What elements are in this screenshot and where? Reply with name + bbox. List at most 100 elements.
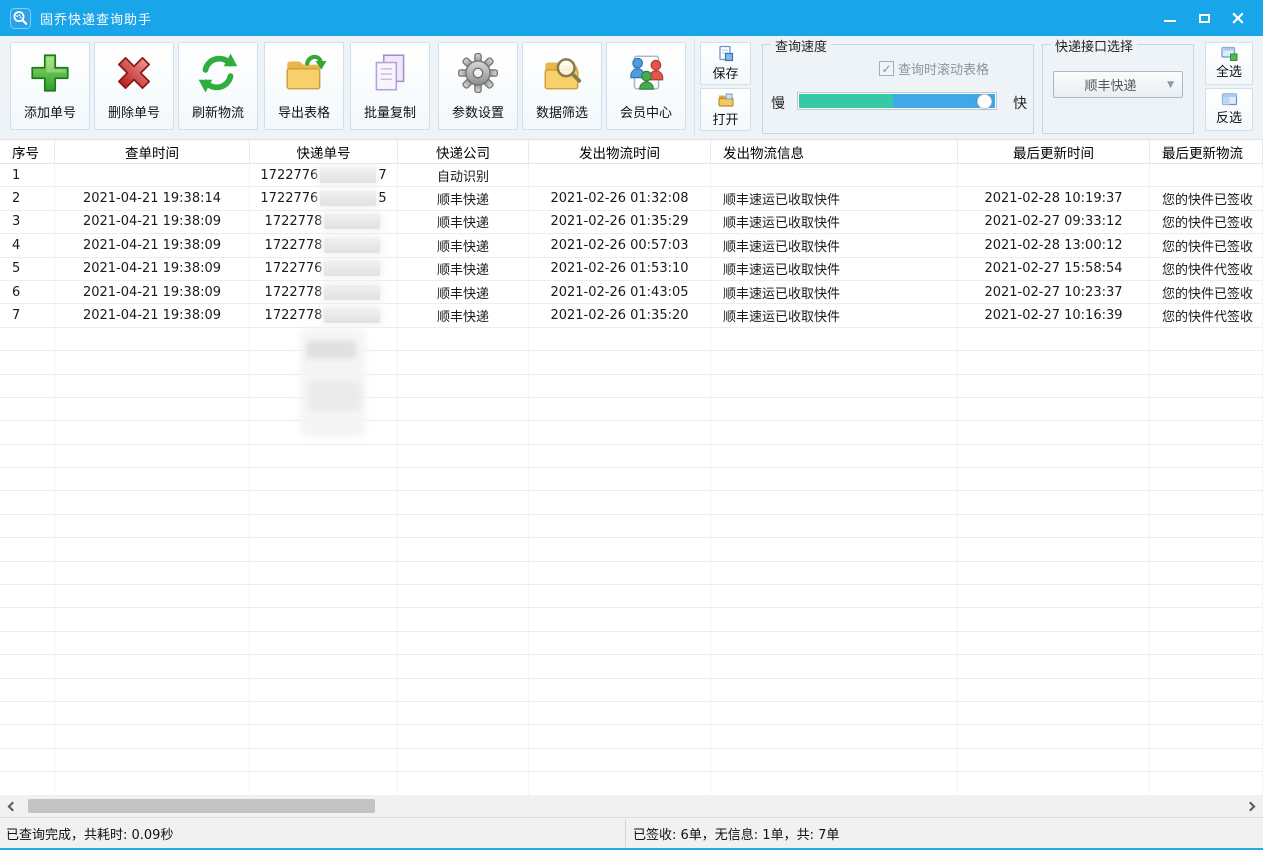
table-row-empty [0,398,1263,421]
table-row[interactable]: 117227767自动识别 [0,164,1263,187]
table-row[interactable]: 72021-04-21 19:38:091722778顺丰快递2021-02-2… [0,304,1263,327]
invert-select-button[interactable]: 反选 [1205,88,1253,131]
close-button[interactable]: × [1221,0,1255,36]
speed-slider[interactable] [797,92,997,110]
cell-update_info: 您的快件已签收 [1150,211,1263,233]
window-title: 固乔快递查询助手 [40,9,152,28]
cell-first_time: 2021-02-26 01:43:05 [529,281,711,303]
horizontal-scrollbar[interactable] [0,795,1263,817]
scrollbar-thumb[interactable] [28,799,375,813]
open-folder-icon [717,91,735,109]
table-row-empty [0,375,1263,398]
scroll-table-checkbox[interactable]: ✓ 查询时滚动表格 [879,59,989,78]
column-header-company[interactable]: 快递公司 [398,140,529,163]
button-label: 导出表格 [278,102,330,121]
batch-copy-button[interactable]: 批量复制 [350,42,430,130]
cell-first_info: 顺丰速运已收取快件 [711,304,958,326]
redaction-blur [324,214,380,229]
button-label: 添加单号 [24,102,76,121]
query-speed-title: 查询速度 [771,36,831,55]
add-icon [27,50,73,96]
maximize-button[interactable] [1187,0,1221,36]
open-label: 打开 [712,109,738,128]
select-all-label: 全选 [1216,61,1242,80]
export-table-button[interactable]: 导出表格 [264,42,344,130]
cell-first_time: 2021-02-26 01:35:20 [529,304,711,326]
redaction-blur [324,238,380,253]
cell-index: 7 [0,304,55,326]
table-row[interactable]: 62021-04-21 19:38:091722778顺丰快递2021-02-2… [0,281,1263,304]
cell-update_info [1150,164,1263,186]
cell-first_info: 顺丰速运已收取快件 [711,281,958,303]
column-header-update_time[interactable]: 最后更新时间 [958,140,1150,163]
copy-icon [367,50,413,96]
export-icon [281,50,327,96]
settings-gear-icon [455,50,501,96]
button-label: 会员中心 [620,102,672,121]
table-row[interactable]: 52021-04-21 19:38:091722776顺丰快递2021-02-2… [0,258,1263,281]
cell-tracking_no: 1722776 [250,258,398,280]
cell-update_info: 您的快件已签收 [1150,281,1263,303]
column-header-first_time[interactable]: 发出物流时间 [529,140,711,163]
table-row[interactable]: 32021-04-21 19:38:091722778顺丰快递2021-02-2… [0,211,1263,234]
slider-thumb[interactable] [977,94,992,109]
column-header-update_info[interactable]: 最后更新物流 [1150,140,1263,163]
select-all-button[interactable]: 全选 [1205,42,1253,85]
table-body: 117227767自动识别22021-04-21 19:38:141722776… [0,164,1263,795]
redaction-blur [320,191,376,206]
cell-first_info: 顺丰速运已收取快件 [711,258,958,280]
status-divider [625,820,626,847]
refresh-logistics-button[interactable]: 刷新物流 [178,42,258,130]
courier-select[interactable]: 顺丰快递 ▼ [1053,71,1183,98]
minimize-button[interactable] [1153,0,1187,36]
scroll-right-button[interactable] [1241,795,1263,817]
redaction-blur [324,285,380,300]
column-header-index[interactable]: 序号 [0,140,55,163]
table-row-empty [0,655,1263,678]
checkbox-check-icon: ✓ [879,61,894,76]
cell-update_time: 2021-02-27 10:16:39 [958,304,1150,326]
cell-first_time: 2021-02-26 00:57:03 [529,234,711,256]
slider-bar [799,94,995,108]
cell-tracking_no: 1722778 [250,304,398,326]
table-row-empty [0,562,1263,585]
statusbar: 已查询完成，共耗时: 0.09秒 已签收: 6单，无信息: 1单，共: 7单 [0,817,1263,848]
refresh-icon [195,50,241,96]
column-header-query_time[interactable]: 查单时间 [55,140,250,163]
table-row-empty [0,608,1263,631]
cell-update_time [958,164,1150,186]
minimize-icon [1164,20,1176,22]
app-logo-icon [10,8,31,29]
slow-label: 慢 [771,93,785,113]
table-header: 序号查单时间快递单号快递公司发出物流时间发出物流信息最后更新时间最后更新物流 [0,140,1263,164]
column-header-tracking_no[interactable]: 快递单号 [250,140,398,163]
save-icon [717,45,735,63]
scroll-left-button[interactable] [0,795,22,817]
cell-index: 1 [0,164,55,186]
button-label: 刷新物流 [192,102,244,121]
chevron-left-icon [8,801,18,811]
column-header-first_info[interactable]: 发出物流信息 [711,140,958,163]
add-order-button[interactable]: 添加单号 [10,42,90,130]
cell-tracking_no: 1722778 [250,211,398,233]
table-row[interactable]: 22021-04-21 19:38:1417227765顺丰快递2021-02-… [0,187,1263,210]
delete-order-button[interactable]: 删除单号 [94,42,174,130]
table-row[interactable]: 42021-04-21 19:38:091722778顺丰快递2021-02-2… [0,234,1263,257]
window-controls: × [1153,0,1255,36]
cell-index: 6 [0,281,55,303]
save-label: 保存 [712,63,738,82]
cell-company: 顺丰快递 [398,281,529,303]
courier-selected-value: 顺丰快递 [1054,75,1167,94]
settings-button[interactable]: 参数设置 [438,42,518,130]
data-filter-button[interactable]: 数据筛选 [522,42,602,130]
cell-company: 顺丰快递 [398,211,529,233]
table-row-empty [0,749,1263,772]
cell-company: 顺丰快递 [398,304,529,326]
open-button[interactable]: 打开 [700,88,751,131]
cell-update_time: 2021-02-27 10:23:37 [958,281,1150,303]
cell-update_info: 您的快件已签收 [1150,187,1263,209]
query-speed-group: 查询速度 ✓ 查询时滚动表格 慢 快 [762,44,1034,134]
speed-slider-row: 慢 快 [771,91,1027,113]
save-button[interactable]: 保存 [700,42,751,85]
member-center-button[interactable]: 会员中心 [606,42,686,130]
